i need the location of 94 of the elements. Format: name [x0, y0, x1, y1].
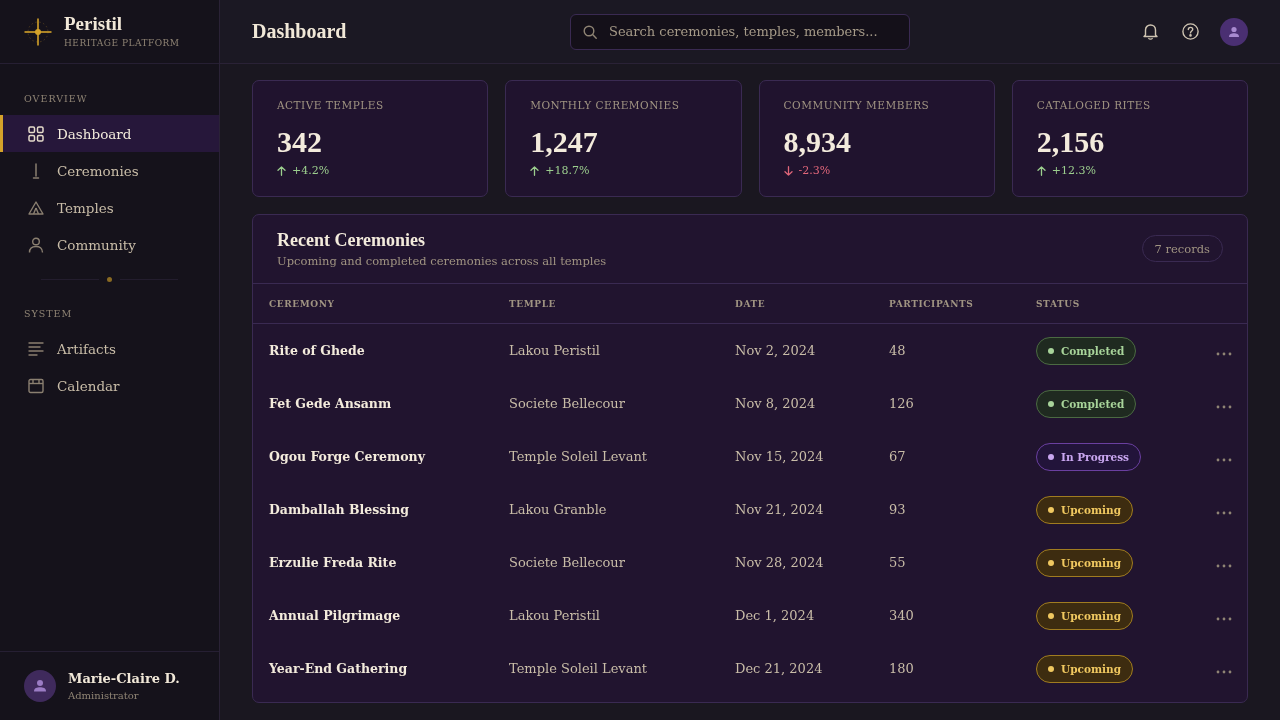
- grid-icon: [28, 125, 44, 142]
- status-dot-icon: [1048, 559, 1054, 566]
- search-field[interactable]: Search ceremonies, temples, members...: [570, 13, 910, 50]
- ceremony-date: Nov 15, 2024: [735, 449, 824, 464]
- temple-name: Societe Bellecour: [509, 396, 625, 411]
- ellipsis-icon: [1216, 563, 1232, 568]
- column-header: STATUS: [1036, 298, 1080, 309]
- participant-count: 93: [889, 502, 906, 517]
- temple-name: Temple Soleil Levant: [509, 661, 648, 676]
- stat-label: ACTIVE TEMPLES: [277, 98, 384, 112]
- person-icon: [28, 236, 44, 253]
- participant-count: 55: [889, 555, 906, 570]
- ellipsis-icon: [1216, 351, 1232, 356]
- temple-name: Societe Bellecour: [509, 555, 625, 570]
- nav-item[interactable]: Temples: [0, 189, 219, 226]
- user-name: Marie-Claire D.: [68, 670, 180, 687]
- ellipsis-icon: [1216, 669, 1232, 674]
- participant-count: 67: [889, 449, 906, 464]
- ceremony-date: Nov 2, 2024: [735, 343, 816, 358]
- participant-count: 180: [889, 661, 914, 676]
- nav-item[interactable]: Dashboard: [0, 115, 219, 152]
- compass-star-icon: [24, 17, 52, 46]
- participant-count: 340: [889, 608, 914, 623]
- ceremony-date: Nov 8, 2024: [735, 396, 816, 411]
- column-header: DATE: [735, 298, 766, 309]
- nav-item[interactable]: Ceremonies: [0, 152, 219, 189]
- status-label: Upcoming: [1061, 609, 1121, 622]
- participant-count: 126: [889, 396, 914, 411]
- ceremony-name: Year-End Gathering: [269, 661, 408, 676]
- status-dot-icon: [1048, 665, 1054, 672]
- stat-change: +18.7%: [545, 164, 590, 178]
- tent-icon: [28, 199, 44, 216]
- stat-change: +12.3%: [1051, 164, 1096, 178]
- ellipsis-icon: [1216, 457, 1232, 462]
- ceremony-name: Erzulie Freda Rite: [269, 555, 397, 570]
- ceremony-name: Ogou Forge Ceremony: [269, 449, 425, 464]
- stat-change: +4.2%: [292, 164, 330, 178]
- status-label: Upcoming: [1061, 503, 1121, 516]
- dot-icon: [107, 276, 112, 282]
- stat-value: 342: [277, 124, 322, 160]
- column-header: TEMPLE: [509, 298, 557, 309]
- status-dot-icon: [1048, 612, 1054, 619]
- stat-value: 1,247: [530, 124, 598, 160]
- stat-value: 2,156: [1036, 124, 1105, 160]
- ceremony-date: Dec 21, 2024: [735, 661, 823, 676]
- nav-item[interactable]: Artifacts: [0, 330, 219, 367]
- avatar-icon[interactable]: [1220, 17, 1248, 46]
- status-dot-icon: [1048, 506, 1054, 513]
- panel-subtitle: Upcoming and completed ceremonies across all temples: [277, 253, 607, 269]
- column-header: CEREMONY: [269, 298, 335, 309]
- participant-count: 48: [889, 343, 906, 358]
- ceremony-date: Nov 28, 2024: [735, 555, 824, 570]
- stat-label: MONTHLY CEREMONIES: [530, 98, 680, 112]
- ellipsis-icon: [1216, 404, 1232, 409]
- ceremony-date: Nov 21, 2024: [735, 502, 824, 517]
- ceremony-name: Damballah Blessing: [269, 502, 409, 517]
- status-label: Upcoming: [1061, 662, 1121, 675]
- temple-name: Lakou Peristil: [509, 343, 601, 358]
- status-label: Completed: [1061, 344, 1125, 357]
- section-label: SYSTEM: [23, 308, 74, 320]
- avatar-icon: [24, 670, 56, 702]
- column-header: PARTICIPANTS: [889, 298, 974, 309]
- status-label: Upcoming: [1061, 556, 1121, 569]
- stat-value: 8,934: [783, 124, 851, 160]
- ellipsis-icon: [1216, 510, 1232, 515]
- temple-name: Lakou Peristil: [509, 608, 601, 623]
- search-icon: [583, 24, 597, 39]
- nav-item[interactable]: Community: [0, 226, 219, 263]
- ceremony-name: Annual Pilgrimage: [269, 608, 401, 623]
- status-dot-icon: [1048, 400, 1054, 407]
- nav-item[interactable]: Calendar: [0, 367, 219, 404]
- help-icon: [1181, 23, 1199, 40]
- status-label: Completed: [1061, 397, 1125, 410]
- calendar-icon: [28, 377, 44, 394]
- temple-name: Lakou Granble: [509, 502, 607, 517]
- ceremony-name: Fet Gede Ansanm: [269, 396, 392, 411]
- bell-icon: [1141, 23, 1159, 40]
- stat-change: -2.3%: [798, 164, 831, 178]
- stat-label: CATALOGED RITES: [1036, 98, 1151, 112]
- list-icon: [28, 340, 44, 357]
- brand-tagline: HERITAGE PLATFORM: [64, 38, 180, 49]
- panel-title: Recent Ceremonies: [277, 229, 427, 252]
- section-label: OVERVIEW: [23, 93, 89, 105]
- temple-name: Temple Soleil Levant: [509, 449, 648, 464]
- status-dot-icon: [1048, 453, 1054, 460]
- ceremony-date: Dec 1, 2024: [735, 608, 815, 623]
- ellipsis-icon: [1216, 616, 1232, 621]
- brand-name: Peristil: [64, 14, 124, 34]
- stat-label: COMMUNITY MEMBERS: [783, 98, 930, 112]
- page-title: Dashboard: [252, 20, 347, 43]
- status-dot-icon: [1048, 347, 1054, 354]
- ceremony-name: Rite of Ghede: [269, 343, 365, 358]
- user-role: Administrator: [68, 689, 140, 702]
- status-label: In Progress: [1061, 450, 1129, 463]
